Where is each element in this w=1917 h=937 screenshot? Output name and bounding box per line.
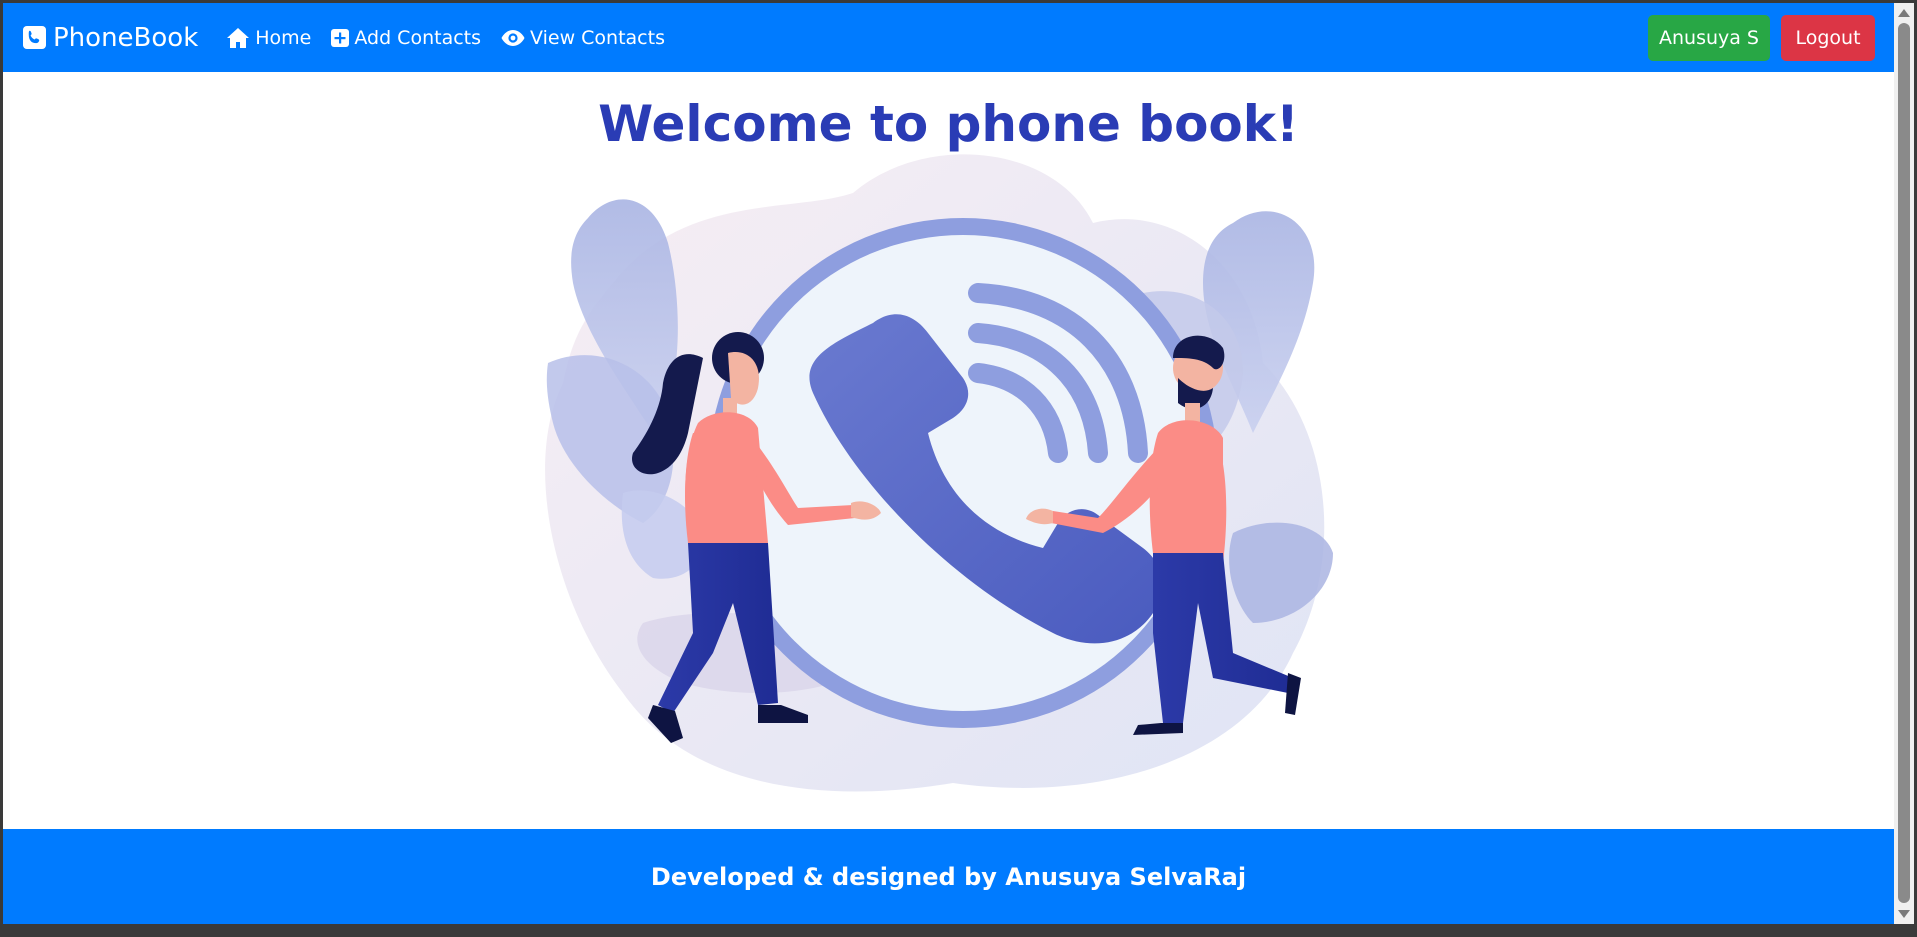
brand-link[interactable]: PhoneBook [23, 23, 198, 53]
nav-view-contacts[interactable]: View Contacts [501, 27, 665, 49]
brand-label: PhoneBook [53, 22, 199, 53]
phone-square-icon [23, 26, 46, 49]
phone-call-illustration [545, 154, 1333, 792]
phone-circle-inner [725, 235, 1201, 711]
logout-button[interactable]: Logout [1781, 15, 1875, 61]
vertical-scrollbar[interactable] [1894, 3, 1914, 924]
home-icon [227, 27, 250, 48]
nav-home-label: Home [255, 26, 312, 49]
nav-right-actions: Anusuya S Logout [1648, 15, 1875, 61]
leaf-right-low [1229, 522, 1333, 623]
scroll-down-arrow-icon[interactable] [1898, 910, 1910, 918]
footer: Developed & designed by Anusuya SelvaRaj [3, 829, 1894, 924]
scrollbar-thumb[interactable] [1898, 23, 1910, 903]
user-button[interactable]: Anusuya S [1648, 15, 1770, 61]
nav-add-contacts-label: Add Contacts [354, 26, 482, 49]
footer-credit: Developed & designed by Anusuya SelvaRaj [650, 862, 1247, 891]
navbar: PhoneBook Home Add Contacts View Contact… [3, 3, 1894, 72]
eye-icon [501, 29, 525, 46]
nav-add-contacts[interactable]: Add Contacts [331, 27, 481, 49]
nav-home[interactable]: Home [226, 27, 311, 49]
scroll-up-arrow-icon[interactable] [1898, 9, 1910, 17]
plus-square-icon [331, 28, 350, 47]
browser-viewport: PhoneBook Home Add Contacts View Contact… [3, 3, 1894, 924]
nav-view-contacts-label: View Contacts [530, 26, 665, 49]
